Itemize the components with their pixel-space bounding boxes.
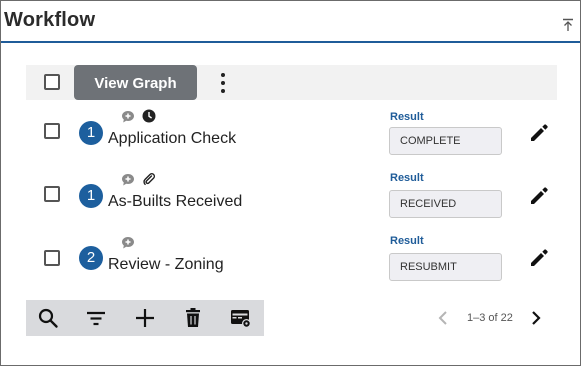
result-label: Result [390,111,424,123]
result-label: Result [390,235,424,247]
previous-page-icon[interactable] [437,310,451,326]
panel-header: Workflow [1,1,580,43]
result-field[interactable]: COMPLETE [389,127,502,155]
add-icon[interactable] [134,307,156,329]
collapse-icon[interactable] [562,18,574,32]
comment-add-icon[interactable] [121,110,135,124]
task-row: 1 Application Check Result COMPLETE [1,105,581,165]
edit-icon[interactable] [529,248,549,268]
workflow-toolbar: View Graph [26,65,557,100]
result-field[interactable]: RECEIVED [389,190,502,218]
task-name[interactable]: As-Builts Received [108,193,242,211]
result-label: Result [390,172,424,184]
task-checkbox[interactable] [44,250,60,266]
filter-icon[interactable] [85,307,107,329]
task-name[interactable]: Review - Zoning [108,256,224,274]
step-badge: 1 [79,121,103,145]
workflow-panel: Workflow View Graph 1 Application Check … [0,0,581,366]
result-field[interactable]: RESUBMIT [389,253,502,281]
comment-add-icon[interactable] [121,173,135,187]
step-badge: 1 [79,184,103,208]
view-graph-button[interactable]: View Graph [74,65,197,100]
task-checkbox[interactable] [44,123,60,139]
edit-icon[interactable] [529,123,549,143]
panel-title: Workflow [4,9,96,31]
clock-icon [142,109,156,123]
task-row: 2 Review - Zoning Result RESUBMIT [1,232,581,292]
paperclip-icon [143,173,156,186]
select-all-checkbox[interactable] [44,74,60,90]
column-settings-icon[interactable] [230,307,252,329]
more-options-icon[interactable] [218,71,228,95]
comment-add-icon[interactable] [121,236,135,250]
delete-icon[interactable] [182,307,204,329]
task-name[interactable]: Application Check [108,130,236,148]
search-icon[interactable] [37,307,59,329]
task-row: 1 As-Builts Received Result RECEIVED [1,168,581,228]
task-checkbox[interactable] [44,186,60,202]
bottom-toolbar [26,300,264,336]
pagination-status: 1–3 of 22 [467,312,513,324]
next-page-icon[interactable] [529,310,543,326]
step-badge: 2 [79,246,103,270]
edit-icon[interactable] [529,186,549,206]
